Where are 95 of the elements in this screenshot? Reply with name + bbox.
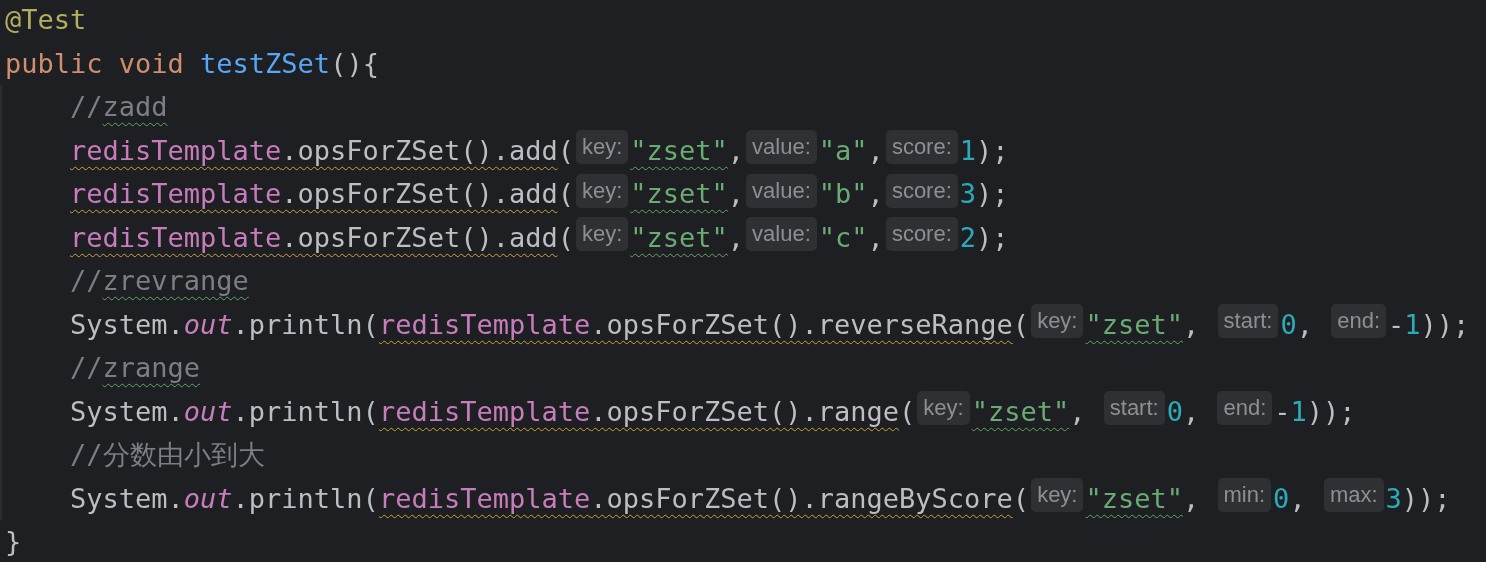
code-text: , — [867, 177, 884, 211]
number-literal: 3 — [959, 177, 977, 211]
code-text: .opsForZSet().add — [281, 133, 558, 168]
parameter-hint: key: — [1031, 304, 1084, 339]
static-field-name: out — [183, 394, 233, 429]
number-literal: 0 — [1273, 481, 1290, 516]
code-text: ( — [899, 394, 916, 429]
parameter-hint: key: — [575, 217, 629, 252]
code-text: , — [727, 220, 745, 255]
comment-text: zadd — [102, 90, 168, 124]
string-literal: "zset" — [630, 133, 728, 168]
field-name: redisTemplate — [378, 307, 591, 342]
code-text: ( — [557, 220, 574, 255]
code-text: , — [1296, 307, 1314, 342]
parameter-hint: min: — [1217, 478, 1272, 513]
method-name: testZSet — [200, 46, 331, 81]
string-literal: "a" — [818, 133, 868, 168]
code-text: - — [1274, 394, 1291, 429]
number-literal: 1 — [1404, 307, 1421, 342]
code-text: - — [1388, 307, 1405, 342]
code-text: ); — [976, 133, 1009, 168]
static-field-name: out — [183, 481, 233, 516]
number-literal: 2 — [959, 220, 977, 255]
string-literal: "c" — [818, 220, 868, 255]
string-literal: "zset" — [1085, 481, 1184, 516]
code-text: .println( — [232, 481, 379, 516]
comment-text: // — [70, 264, 103, 298]
comment-text: //分数由小到大 — [70, 438, 265, 472]
code-text: .opsForZSet().rangeByScore — [590, 481, 1013, 516]
parameter-hint: score: — [885, 130, 958, 165]
static-field-name: out — [183, 307, 233, 342]
code-text: )); — [1306, 394, 1356, 429]
code-text: .opsForZSet().reverseRange — [590, 307, 1013, 342]
parameter-hint: value: — [746, 130, 817, 165]
parameter-hint: score: — [885, 173, 958, 208]
parameter-hint: key: — [917, 391, 970, 426]
parameter-hint: key: — [575, 173, 629, 208]
code-text: System. — [70, 394, 184, 429]
code-text: , — [867, 133, 884, 168]
field-name: redisTemplate — [70, 177, 282, 211]
parameter-hint: key: — [575, 130, 629, 165]
annotation-text: @Test — [5, 3, 87, 37]
code-text: , — [1289, 481, 1307, 516]
code-text: , — [1069, 394, 1087, 429]
code-text: ); — [976, 177, 1009, 211]
code-text: ( — [1012, 481, 1030, 516]
code-text: )); — [1420, 307, 1470, 342]
code-text: System. — [70, 481, 184, 516]
number-literal: 1 — [1290, 394, 1307, 429]
code-text: , — [1182, 394, 1201, 429]
code-text: , — [1183, 481, 1201, 516]
string-literal: "b" — [818, 177, 868, 211]
code-text: , — [867, 220, 884, 255]
string-literal: "zset" — [1085, 307, 1184, 342]
parameter-hint: value: — [746, 217, 817, 252]
code-text: (){ — [330, 46, 379, 81]
code-text: )); — [1401, 481, 1451, 516]
code-text: .opsForZSet().range — [590, 394, 900, 429]
code-text: ); — [976, 220, 1009, 255]
parameter-hint: end: — [1331, 304, 1387, 339]
parameter-hint: key: — [1031, 478, 1084, 513]
parameter-hint: end: — [1217, 391, 1273, 426]
parameter-hint: max: — [1323, 478, 1384, 513]
code-text: .opsForZSet().add — [281, 220, 558, 255]
parameter-hint: start: — [1103, 391, 1165, 426]
string-literal: "zset" — [630, 177, 728, 211]
code-text: .opsForZSet().add — [281, 177, 558, 211]
keyword-text: public void — [5, 46, 185, 81]
comment-text: zrevrange — [102, 264, 249, 298]
number-literal: 1 — [959, 133, 977, 168]
number-literal: 0 — [1280, 307, 1297, 342]
code-text: System. — [70, 307, 184, 342]
code-text: .println( — [232, 394, 379, 429]
code-text: , — [1183, 307, 1201, 342]
parameter-hint: score: — [885, 217, 958, 252]
number-literal: 3 — [1385, 481, 1402, 516]
code-text: ( — [557, 133, 574, 168]
comment-text: zrange — [102, 351, 201, 385]
code-text: ( — [557, 177, 574, 211]
number-literal: 0 — [1166, 394, 1183, 429]
comment-text: // — [70, 90, 103, 124]
code-text: ( — [1012, 307, 1030, 342]
string-literal: "zset" — [630, 220, 728, 255]
code-text: , — [727, 133, 745, 168]
field-name: redisTemplate — [378, 481, 591, 516]
string-literal: "zset" — [971, 394, 1070, 429]
code-text: , — [727, 177, 745, 211]
code-text: } — [5, 525, 22, 559]
field-name: redisTemplate — [378, 394, 591, 429]
field-name: redisTemplate — [70, 133, 282, 168]
parameter-hint: start: — [1217, 304, 1279, 339]
comment-text: // — [70, 351, 103, 385]
parameter-hint: value: — [746, 173, 817, 208]
field-name: redisTemplate — [70, 220, 282, 255]
code-text: .println( — [232, 307, 379, 342]
